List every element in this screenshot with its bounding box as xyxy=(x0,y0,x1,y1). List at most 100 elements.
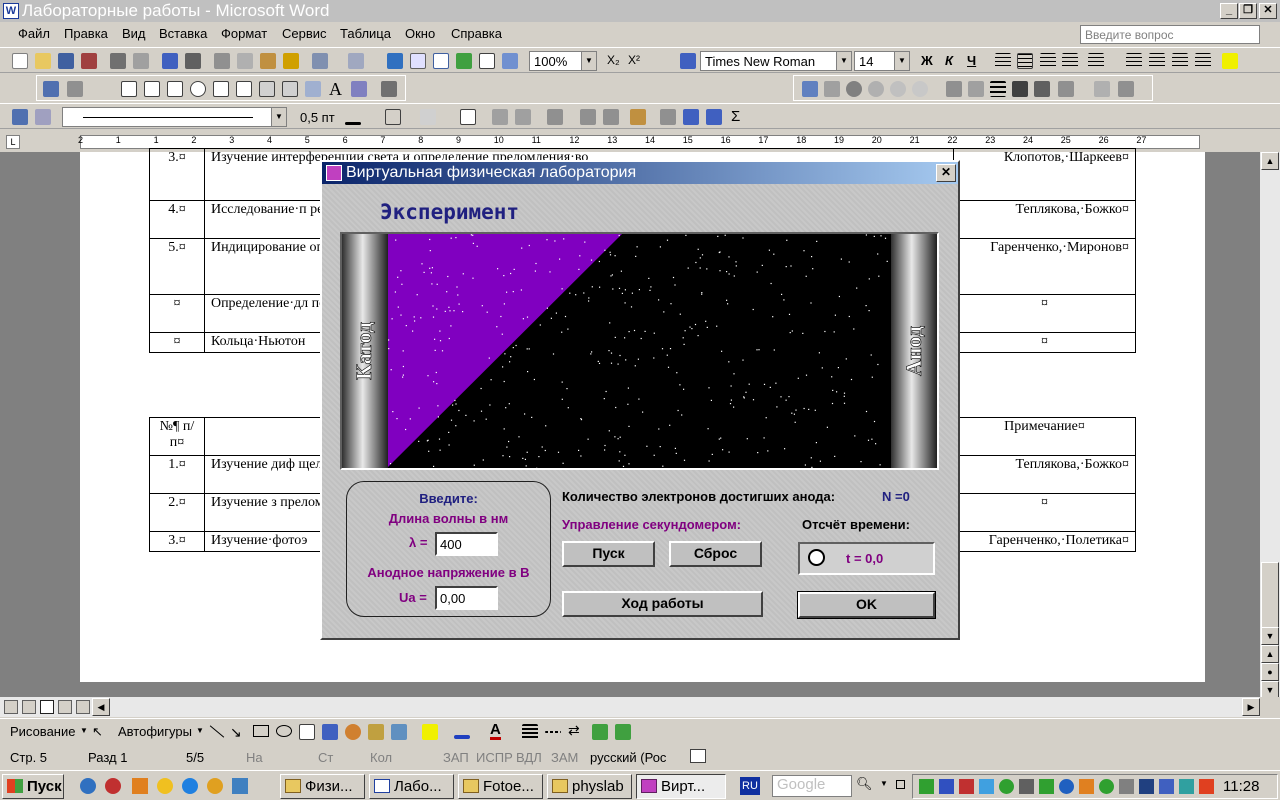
tray-icon[interactable] xyxy=(939,779,954,794)
split-cells-icon[interactable] xyxy=(515,109,531,125)
rotate-icon[interactable] xyxy=(968,81,984,97)
insert-table-icon[interactable] xyxy=(433,53,449,69)
cut-icon[interactable] xyxy=(214,53,230,69)
menu-window[interactable]: Окно xyxy=(405,26,435,41)
scroll-up-button[interactable]: ▲ xyxy=(1261,152,1279,170)
language-indicator[interactable]: RU xyxy=(740,777,760,795)
permission-icon[interactable] xyxy=(81,53,97,69)
font-name-select[interactable]: Times New Roman ▼ xyxy=(700,51,852,71)
save-icon[interactable] xyxy=(58,53,74,69)
voltage-input[interactable] xyxy=(435,586,498,610)
tray-icon[interactable] xyxy=(1139,779,1154,794)
text-box-icon[interactable]: A xyxy=(329,79,342,100)
drawing-menu[interactable]: Рисование xyxy=(10,724,75,739)
scroll-field-icon[interactable] xyxy=(259,81,275,97)
tray-icon[interactable] xyxy=(999,779,1014,794)
increase-indent-icon[interactable] xyxy=(1195,53,1211,69)
line-style-icon[interactable] xyxy=(990,81,1006,97)
tools-icon[interactable] xyxy=(381,81,397,97)
color-icon[interactable] xyxy=(824,81,840,97)
menu-view[interactable]: Вид xyxy=(122,26,146,41)
status-track-changes[interactable]: ИСПР xyxy=(476,750,513,765)
tray-icon[interactable] xyxy=(959,779,974,794)
line-weight-select[interactable]: 0,5 пт xyxy=(300,110,335,125)
font-color-icon[interactable]: A xyxy=(490,722,501,740)
set-transparent-icon[interactable] xyxy=(1094,81,1110,97)
underline-button[interactable]: Ч xyxy=(967,53,976,68)
brightness-up-icon[interactable] xyxy=(890,81,906,97)
text-wrap-icon[interactable] xyxy=(1034,81,1050,97)
rectangle-tool-icon[interactable] xyxy=(253,725,269,737)
normal-view-icon[interactable] xyxy=(4,700,18,714)
scroll-left-button[interactable]: ◀ xyxy=(92,698,110,716)
menu-insert[interactable]: Вставка xyxy=(159,26,207,41)
crop-icon[interactable] xyxy=(946,81,962,97)
tray-icon[interactable] xyxy=(919,779,934,794)
research-icon[interactable] xyxy=(185,53,201,69)
align-left-icon[interactable] xyxy=(995,53,1011,69)
align-center-icon[interactable] xyxy=(1017,53,1033,69)
form-field-icon[interactable] xyxy=(67,81,83,97)
previous-page-button[interactable]: ▲ xyxy=(1261,645,1279,663)
subscript-icon[interactable]: X₂ xyxy=(607,53,620,67)
list-field-icon[interactable] xyxy=(213,81,229,97)
line-tool-icon[interactable] xyxy=(209,725,225,738)
contrast-up-icon[interactable] xyxy=(846,81,862,97)
clipart-tool-icon[interactable] xyxy=(368,724,384,740)
autoformat-icon[interactable] xyxy=(630,109,646,125)
shading-icon[interactable] xyxy=(420,109,436,125)
chevron-down-icon[interactable]: ▼ xyxy=(880,779,888,788)
textbox-field-icon[interactable] xyxy=(144,81,160,97)
line-spacing-icon[interactable] xyxy=(1088,53,1104,69)
close-dialog-button[interactable]: ✕ xyxy=(936,164,956,182)
fill-color-icon[interactable] xyxy=(422,724,438,740)
ie-icon[interactable] xyxy=(182,778,198,794)
distribute-rows-icon[interactable] xyxy=(580,109,596,125)
quicklaunch-icon[interactable] xyxy=(157,778,173,794)
sort-desc-icon[interactable] xyxy=(706,109,722,125)
format-painter-icon[interactable] xyxy=(283,53,299,69)
new-document-icon[interactable] xyxy=(12,53,28,69)
line-style-tool-icon[interactable] xyxy=(522,724,538,740)
columns-icon[interactable] xyxy=(479,53,495,69)
tray-icon[interactable] xyxy=(1119,779,1134,794)
highlight-icon[interactable] xyxy=(1222,53,1238,69)
restore-button[interactable]: ❐ xyxy=(1239,3,1257,19)
align-right-icon[interactable] xyxy=(1040,53,1056,69)
menu-edit[interactable]: Правка xyxy=(64,26,108,41)
tray-icon[interactable] xyxy=(1039,779,1054,794)
paste-icon[interactable] xyxy=(260,53,276,69)
taskbar-button[interactable]: Fotoe... xyxy=(458,774,543,799)
radio-field-icon[interactable] xyxy=(190,81,206,97)
sort-asc-icon[interactable] xyxy=(683,109,699,125)
insert-picture-icon[interactable] xyxy=(802,81,818,97)
italic-button[interactable]: К xyxy=(945,53,953,68)
draw-table-icon[interactable] xyxy=(43,81,59,97)
horizontal-scrollbar[interactable]: ◀ ▶ xyxy=(0,697,1260,717)
text-direction-icon[interactable] xyxy=(660,109,676,125)
procedure-button[interactable]: Ход работы xyxy=(562,591,763,617)
autoshapes-menu[interactable]: Автофигуры xyxy=(118,724,192,739)
autosum-icon[interactable]: Σ xyxy=(731,108,740,125)
vertical-scrollbar[interactable]: ▲ ▼ ▲ ● ▼ xyxy=(1260,152,1280,699)
taskbar-button[interactable]: physlab xyxy=(547,774,632,799)
menu-help[interactable]: Справка xyxy=(451,26,502,41)
contrast-down-icon[interactable] xyxy=(868,81,884,97)
copy-icon[interactable] xyxy=(237,53,253,69)
borders-icon[interactable] xyxy=(385,109,401,125)
3d-style-icon[interactable] xyxy=(615,724,631,740)
tray-icon[interactable] xyxy=(1099,779,1114,794)
tray-icon[interactable] xyxy=(1159,779,1174,794)
undo-icon[interactable] xyxy=(312,53,328,69)
zoom-select[interactable]: 100% ▼ xyxy=(529,51,597,71)
status-extend[interactable]: ВДЛ xyxy=(516,750,542,765)
bold-button[interactable]: Ж xyxy=(921,53,933,68)
print-preview-icon[interactable] xyxy=(133,53,149,69)
eraser-icon[interactable] xyxy=(35,109,51,125)
tray-icon[interactable] xyxy=(1059,779,1074,794)
bullets-icon[interactable] xyxy=(1149,53,1165,69)
status-record[interactable]: ЗАП xyxy=(443,750,469,765)
frame-icon[interactable] xyxy=(236,81,252,97)
styles-icon[interactable] xyxy=(680,53,696,69)
arrow-tool-icon[interactable]: ↘ xyxy=(230,724,242,741)
